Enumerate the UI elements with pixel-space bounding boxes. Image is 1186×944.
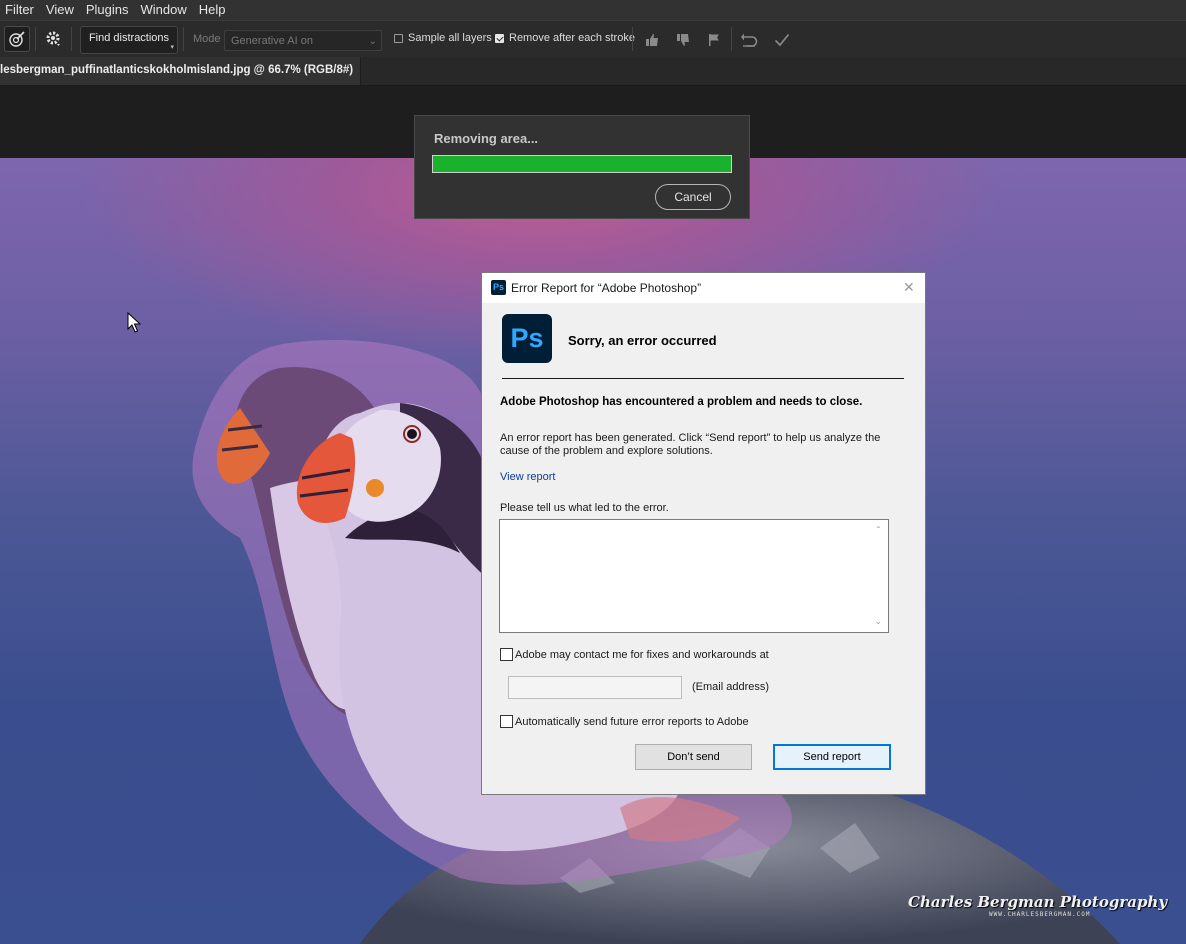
dont-send-button[interactable]: Don’t send [635, 744, 752, 770]
mode-select[interactable]: Generative AI on ⌄ [224, 30, 382, 51]
close-icon[interactable]: ✕ [903, 279, 915, 296]
find-distractions-label: Find distractions [88, 32, 170, 44]
scroll-down-arrow-icon[interactable]: ⌄ [875, 617, 882, 626]
removing-area-dialog: Removing area... Cancel [414, 115, 750, 219]
email-field[interactable] [508, 676, 682, 699]
feedback-textarea[interactable] [499, 519, 889, 633]
document-tab-title: lesbergman_puffinatlanticskokholmisland.… [0, 64, 354, 76]
undo-icon[interactable] [739, 30, 759, 50]
dialog-title: Error Report for “Adobe Photoshop” [511, 281, 702, 295]
remove-after-stroke-checkbox[interactable] [495, 34, 504, 43]
close-icon[interactable]: × [342, 64, 348, 76]
toolbar-divider [731, 27, 732, 51]
error-report-dialog: Ps Error Report for “Adobe Photoshop” ✕ … [481, 272, 926, 795]
feedback-prompt: Please tell us what led to the error. [500, 502, 669, 514]
photoshop-logo-icon: Ps [502, 314, 552, 363]
menu-plugins[interactable]: Plugins [80, 0, 135, 20]
menu-filter[interactable]: Filter [0, 0, 40, 20]
menu-view[interactable]: View [40, 0, 80, 20]
send-report-button[interactable]: Send report [773, 744, 891, 770]
thumbs-down-icon[interactable] [673, 30, 693, 50]
error-description: An error report has been generated. Clic… [500, 432, 881, 457]
scroll-up-arrow-icon[interactable]: ⌃ [875, 525, 921, 534]
document-tab[interactable]: lesbergman_puffinatlanticskokholmisland.… [0, 57, 361, 85]
sample-all-layers-checkbox[interactable] [394, 34, 403, 43]
removing-area-title: Removing area... [434, 131, 539, 146]
contact-label: Adobe may contact me for fixes and worka… [515, 649, 769, 661]
menu-help[interactable]: Help [193, 0, 232, 20]
options-bar: Find distractions ▾ Mode Generative AI o… [0, 20, 1186, 58]
toolbar-divider [632, 27, 633, 51]
contact-checkbox[interactable] [500, 648, 513, 661]
mouse-pointer-icon [127, 312, 141, 333]
menu-bar: Filter View Plugins Window Help [0, 0, 1186, 20]
document-tab-bar: lesbergman_puffinatlanticskokholmisland.… [0, 57, 1186, 86]
divider [502, 378, 904, 379]
menu-window[interactable]: Window [134, 0, 192, 20]
photographer-watermark: Charles Bergman Photography [908, 893, 1168, 911]
mode-value: Generative AI on [231, 35, 313, 47]
toolbar-divider [183, 27, 184, 51]
error-heading: Sorry, an error occurred [568, 333, 717, 348]
gear-icon[interactable] [41, 26, 65, 50]
toolbar-divider [71, 27, 72, 51]
mode-label: Mode [193, 33, 221, 45]
auto-send-checkbox[interactable] [500, 715, 513, 728]
thumbs-up-icon[interactable] [642, 30, 662, 50]
find-distractions-button[interactable]: Find distractions ▾ [80, 26, 178, 54]
watermark-url: WWW.CHARLESBERGMAN.COM [989, 911, 1091, 918]
chevron-down-icon: ⌄ [368, 36, 377, 47]
error-message: Adobe Photoshop has encountered a proble… [500, 396, 863, 408]
remove-after-stroke-label: Remove after each stroke [509, 32, 635, 44]
progress-bar [432, 155, 732, 173]
photoshop-icon: Ps [491, 280, 506, 295]
email-label: (Email address) [692, 681, 770, 693]
auto-send-label: Automatically send future error reports … [515, 716, 749, 728]
progress-bar-fill [433, 156, 731, 172]
flag-icon[interactable] [704, 30, 724, 50]
sample-all-layers-label: Sample all layers [408, 32, 492, 44]
dialog-titlebar: Ps Error Report for “Adobe Photoshop” ✕ [482, 273, 925, 303]
toolbar-divider [35, 27, 36, 51]
dropdown-corner-icon: ▾ [170, 44, 174, 51]
remove-tool-icon[interactable] [4, 26, 30, 52]
commit-checkmark-icon[interactable] [772, 30, 792, 50]
view-report-link[interactable]: View report [500, 471, 555, 483]
cancel-button[interactable]: Cancel [655, 184, 731, 210]
